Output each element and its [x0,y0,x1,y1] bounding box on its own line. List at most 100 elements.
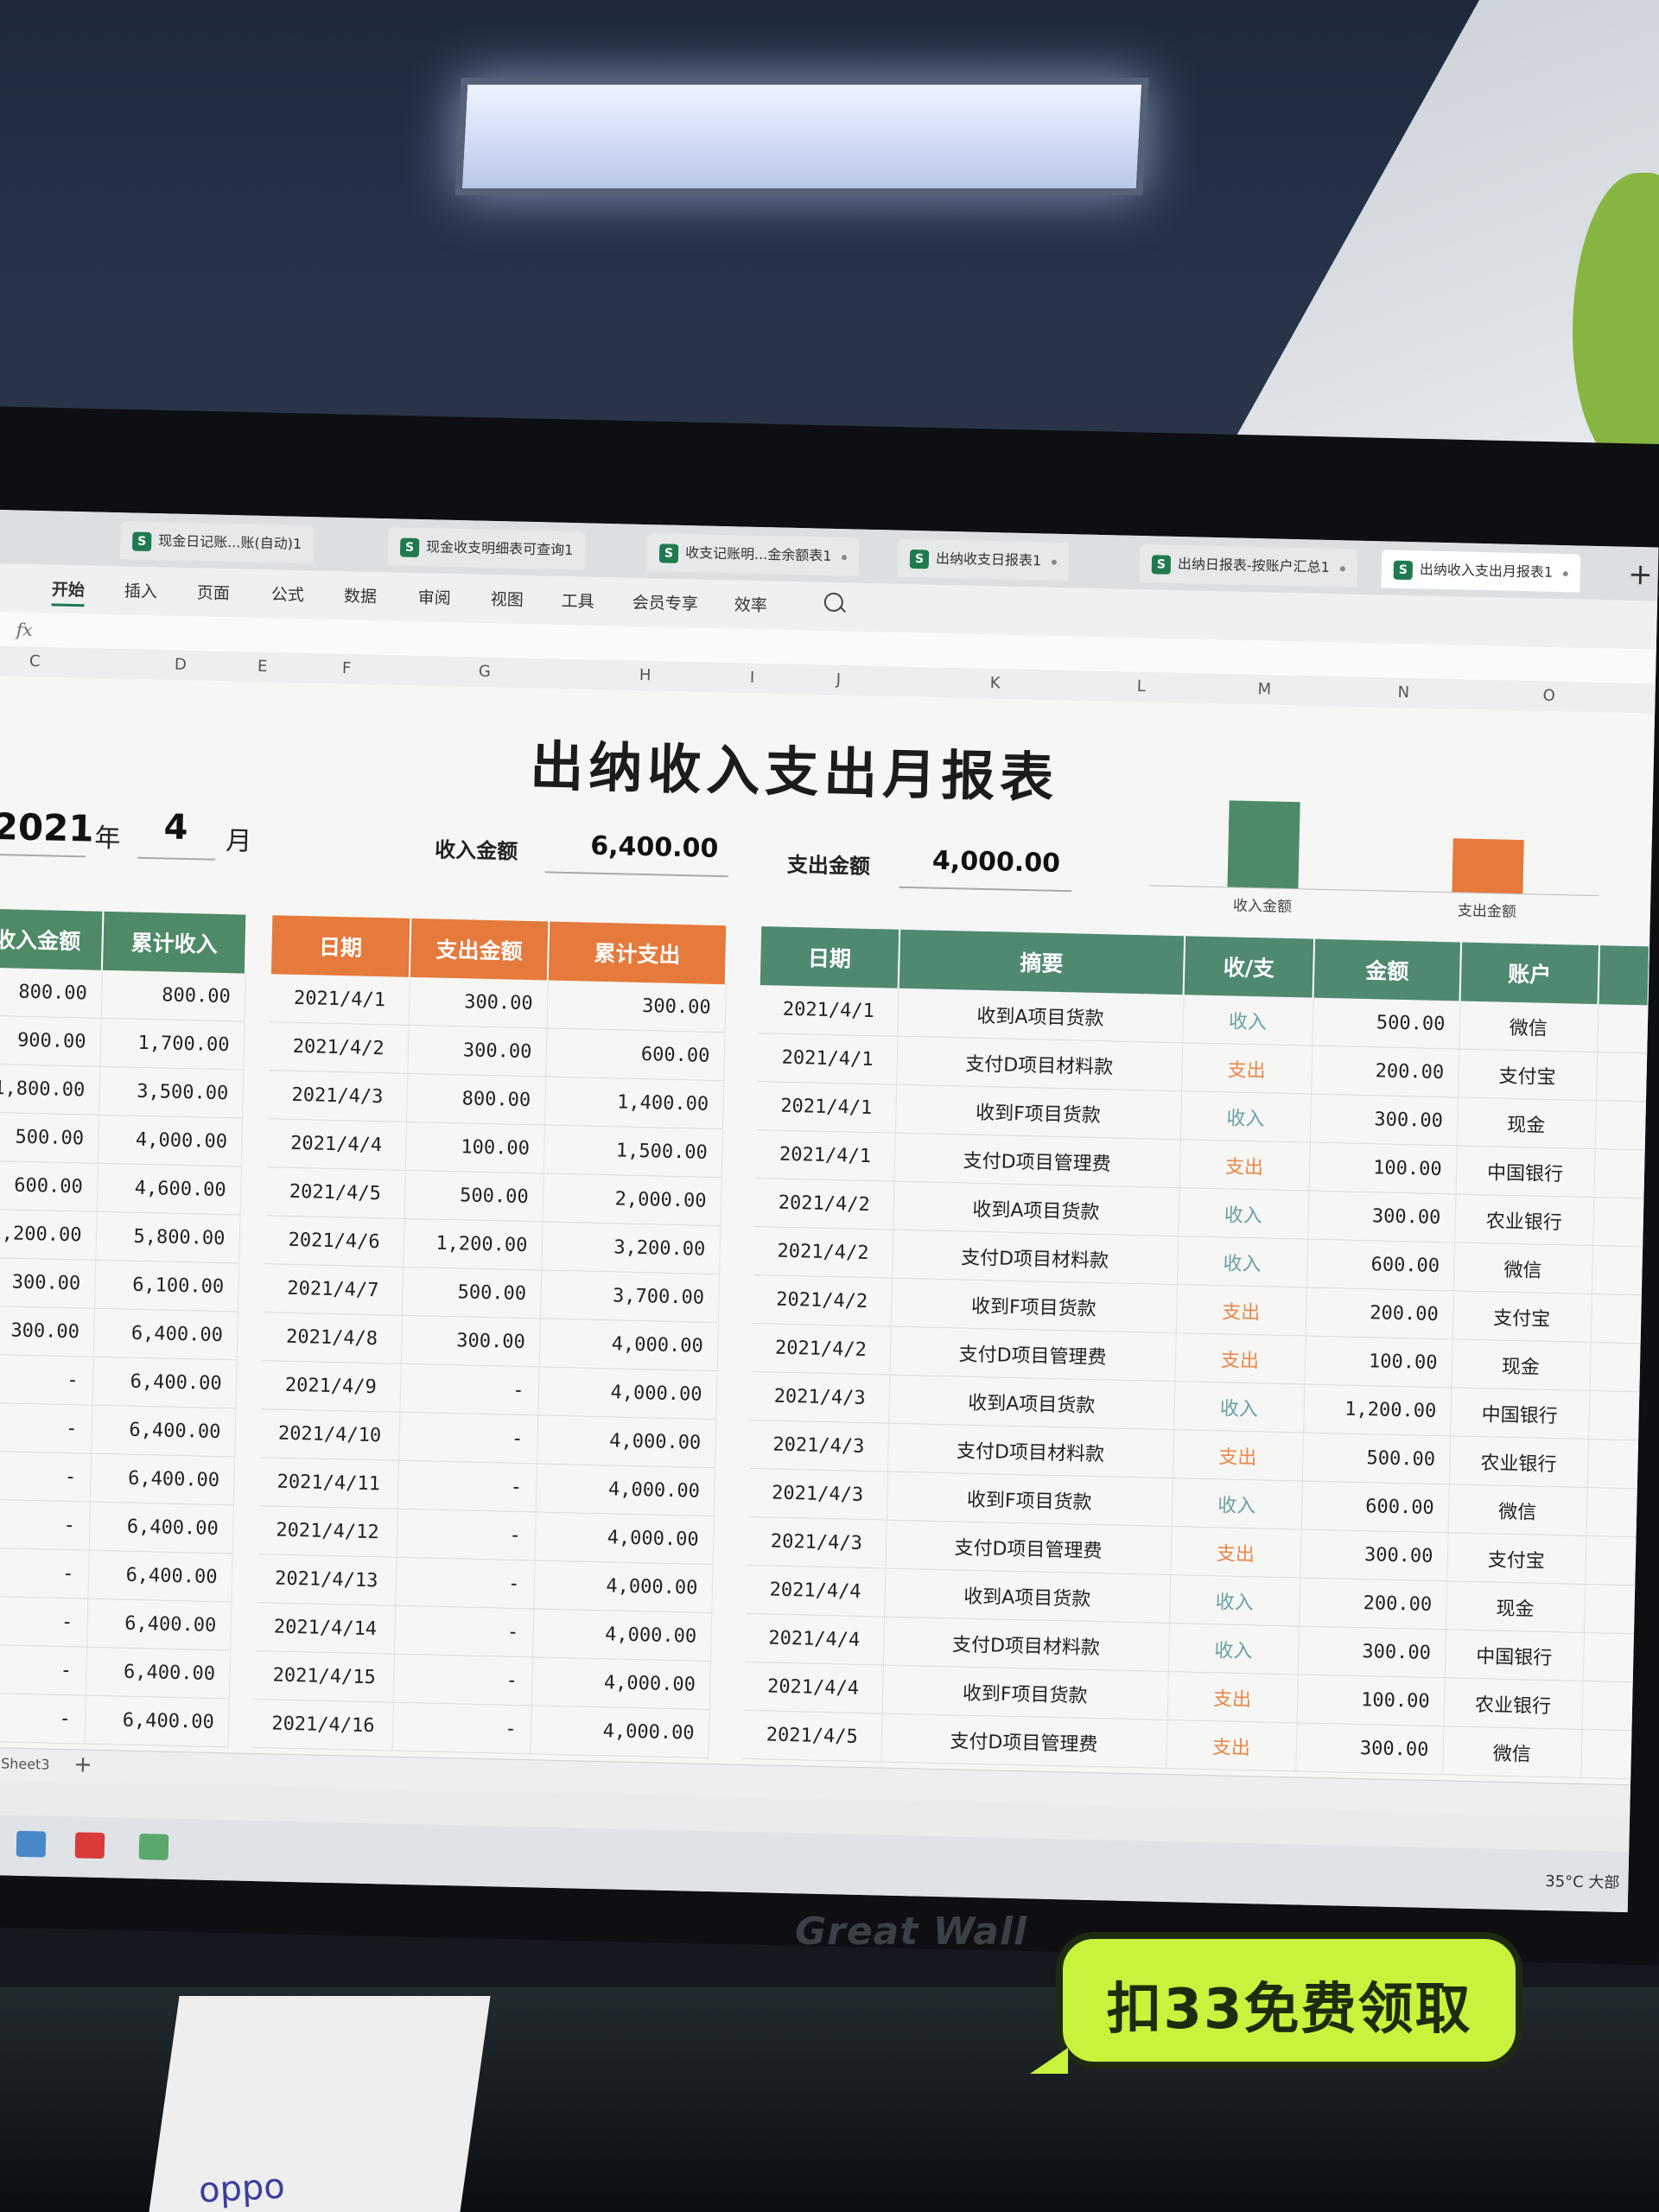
cumulative-income-cell[interactable]: 4,600.00 [96,1163,241,1216]
in-out-cell[interactable]: 收入 [1177,1236,1308,1288]
expense-cell[interactable]: - [398,1412,538,1464]
in-out-cell[interactable]: 支出 [1170,1526,1301,1578]
amount-cell[interactable]: 100.00 [1304,1336,1452,1388]
income-total-value[interactable]: 6,400.00 [545,830,719,864]
amount-cell[interactable]: 100.00 [1308,1142,1457,1194]
empty-cell[interactable] [1585,1535,1637,1586]
income-cell[interactable]: 800.00 [0,967,102,1019]
date-cell[interactable]: 2021/4/9 [261,1360,401,1413]
col-header[interactable]: G [479,663,491,681]
spreadsheet-grid[interactable]: 出纳收入支出月报表 2021 年 4 月 收入金额 6,400.00 支出金额 … [0,675,1656,1785]
col-header[interactable]: N [1397,683,1409,702]
account-cell[interactable]: 微信 [1452,1242,1593,1294]
date-cell[interactable]: 2021/4/5 [742,1710,882,1763]
expense-cell[interactable]: 500.00 [404,1170,543,1222]
date-cell[interactable]: 2021/4/4 [743,1662,883,1714]
cumulative-expense-cell[interactable]: 600.00 [545,1028,725,1081]
new-tab-button[interactable]: + [1628,556,1653,594]
cumulative-income-cell[interactable]: 800.00 [100,969,245,1022]
income-cell[interactable]: - [0,1402,92,1454]
weather-tray[interactable]: 35°C 大部 [1545,1869,1620,1893]
cumulative-expense-cell[interactable]: 4,000.00 [537,1414,716,1468]
income-cell[interactable]: - [0,1595,88,1648]
col-header[interactable]: H [639,666,652,684]
cumulative-income-cell[interactable]: 3,500.00 [99,1066,244,1119]
income-cell[interactable]: - [0,1450,92,1503]
col-header[interactable]: O [1542,687,1555,705]
expense-cell[interactable]: 100.00 [404,1122,545,1173]
account-cell[interactable]: 中国银行 [1455,1145,1595,1198]
expense-cell[interactable]: - [395,1557,535,1609]
app-icon[interactable] [138,1834,169,1860]
tab-cash-journal[interactable]: S 现金日记账...账(自动)1 [119,521,315,564]
date-cell[interactable]: 2021/4/4 [746,1565,886,1618]
tab-daily-report[interactable]: S 出纳收支日报表1 [897,538,1070,582]
income-cell[interactable]: 1,200.00 [0,1208,97,1261]
col-header[interactable]: C [29,652,41,671]
empty-cell[interactable] [1588,1390,1640,1440]
date-cell[interactable]: 2021/4/12 [257,1505,397,1558]
menu-review[interactable]: 审阅 [418,585,452,609]
in-out-cell[interactable]: 收入 [1167,1623,1300,1675]
expense-cell[interactable]: - [399,1363,539,1415]
col-header[interactable]: E [257,658,268,676]
amount-cell[interactable]: 200.00 [1311,1046,1459,1097]
in-out-cell[interactable]: 支出 [1179,1139,1310,1192]
date-cell[interactable]: 2021/4/7 [264,1263,404,1316]
income-cell[interactable]: - [0,1643,87,1696]
summary-cell[interactable]: 收到F项目货款 [890,1278,1178,1333]
cumulative-income-cell[interactable]: 6,100.00 [94,1260,239,1312]
in-out-cell[interactable]: 支出 [1166,1719,1297,1771]
date-cell[interactable]: 2021/4/3 [750,1371,890,1424]
add-sheet-button[interactable]: + [73,1751,92,1777]
date-cell[interactable]: 2021/4/1 [758,1033,898,1085]
income-cell[interactable]: 600.00 [0,1160,98,1212]
cumulative-income-cell[interactable]: 6,400.00 [89,1453,235,1505]
expense-cell[interactable]: - [392,1654,533,1706]
expense-total-value[interactable]: 4,000.00 [899,845,1061,879]
date-cell[interactable]: 2021/4/1 [759,985,899,1037]
empty-cell[interactable] [1580,1729,1632,1779]
income-cell[interactable]: 300.00 [0,1305,95,1357]
account-cell[interactable]: 中国银行 [1444,1629,1584,1681]
in-out-cell[interactable]: 支出 [1175,1284,1306,1337]
empty-cell[interactable] [1595,1052,1648,1102]
cumulative-income-cell[interactable]: 6,400.00 [92,1308,238,1360]
amount-cell[interactable]: 300.00 [1307,1191,1456,1243]
col-header[interactable]: D [175,656,187,674]
sheet-tab[interactable]: Sheet3 [1,1755,50,1772]
expense-cell[interactable]: - [394,1605,534,1657]
expense-cell[interactable]: - [396,1509,536,1560]
account-cell[interactable]: 微信 [1459,1001,1599,1052]
menu-membership[interactable]: 会员专享 [632,590,698,615]
amount-cell[interactable]: 300.00 [1300,1529,1448,1581]
date-cell[interactable]: 2021/4/1 [755,1129,895,1182]
expense-cell[interactable]: 300.00 [400,1315,540,1367]
cumulative-expense-cell[interactable]: 4,000.00 [531,1656,710,1710]
chart-bar[interactable] [1227,800,1300,889]
cumulative-income-cell[interactable]: 6,400.00 [87,1550,232,1602]
date-cell[interactable]: 2021/4/3 [747,1468,888,1521]
cumulative-expense-cell[interactable]: 2,000.00 [542,1173,721,1226]
date-cell[interactable]: 2021/4/6 [264,1215,404,1268]
cumulative-income-cell[interactable]: 6,400.00 [92,1357,237,1408]
account-cell[interactable]: 现金 [1451,1338,1591,1391]
date-cell[interactable]: 2021/4/2 [269,1021,409,1074]
empty-cell[interactable] [1597,1004,1649,1053]
date-cell[interactable]: 2021/4/1 [756,1081,897,1134]
summary-cell[interactable]: 收到A项目货款 [884,1568,1171,1624]
date-cell[interactable]: 2021/4/14 [256,1602,396,1655]
summary-cell[interactable]: 收到A项目货款 [897,988,1184,1043]
cumulative-income-cell[interactable]: 5,800.00 [95,1211,240,1263]
menu-data[interactable]: 数据 [344,583,378,607]
summary-cell[interactable]: 收到A项目货款 [888,1375,1175,1430]
col-header[interactable]: M [1257,680,1271,698]
in-out-cell[interactable]: 收入 [1171,1478,1302,1529]
date-cell[interactable]: 2021/4/11 [258,1457,399,1510]
summary-cell[interactable]: 收到F项目货款 [886,1471,1173,1527]
cumulative-income-cell[interactable]: 1,700.00 [99,1018,245,1071]
date-cell[interactable]: 2021/4/3 [749,1420,889,1472]
col-header[interactable]: J [836,671,842,689]
cumulative-income-cell[interactable]: 6,400.00 [85,1647,231,1699]
cumulative-expense-cell[interactable]: 3,200.00 [541,1221,721,1274]
